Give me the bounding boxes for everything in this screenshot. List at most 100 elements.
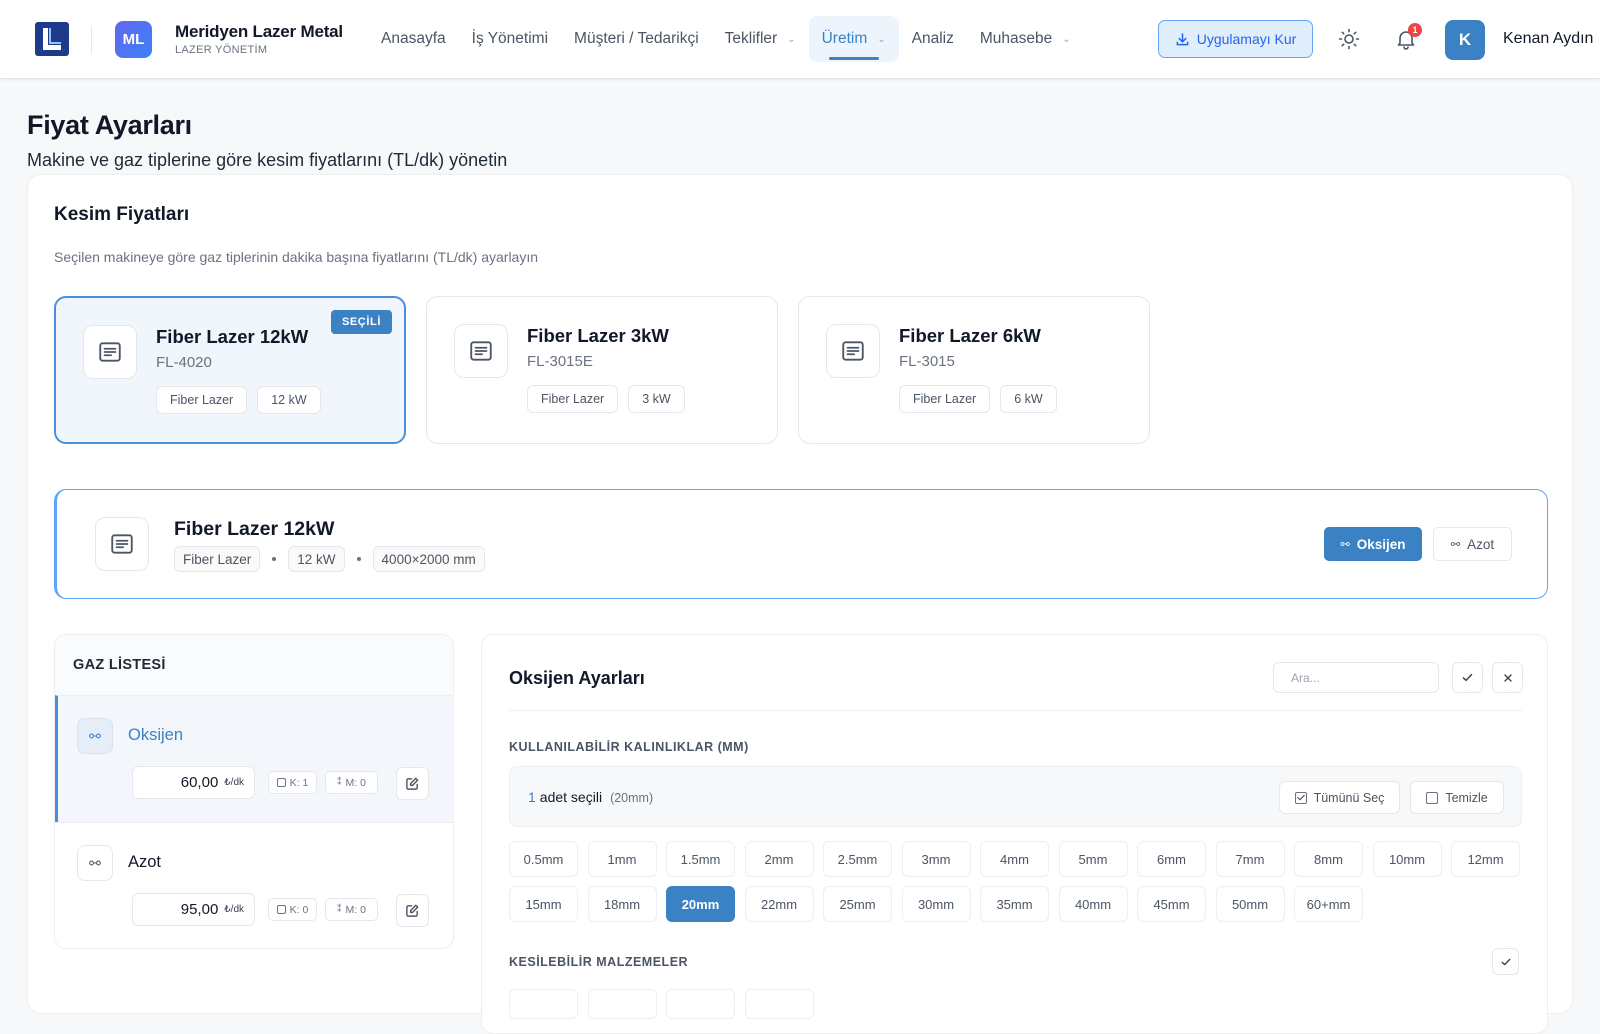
select-all-button[interactable]: Tümünü Seç [1279, 781, 1400, 814]
settings-title: Oksijen Ayarları [509, 668, 645, 688]
thickness-option[interactable]: 6mm [1137, 841, 1206, 877]
thickness-option[interactable]: 7mm [1215, 841, 1285, 877]
materials-select-button[interactable] [1492, 948, 1519, 975]
section-title: Kesim Fiyatları [54, 204, 190, 225]
material-count-tag: ⁑ M: 0 [325, 898, 378, 921]
selected-machine-name: Fiber Lazer 12kW [174, 518, 335, 540]
machine-power-tag: 12 kW [288, 546, 345, 572]
machine-name: Fiber Lazer 3kW [527, 325, 669, 346]
thickness-option[interactable]: 5mm [1058, 841, 1128, 877]
thickness-option[interactable]: 2mm [744, 841, 814, 877]
app-logo[interactable] [35, 22, 69, 56]
sun-icon[interactable] [1337, 27, 1361, 51]
gas-price-field[interactable]: 95,00 ₺/dk [132, 893, 255, 926]
thickness-option[interactable]: 1.5mm [666, 841, 735, 877]
top-navbar: ML Meridyen Lazer Metal LAZER YÖNETİM An… [0, 0, 1600, 79]
separator-dot [356, 557, 361, 561]
gas-price-field[interactable]: 60,00 ₺/dk [132, 766, 255, 799]
confirm-button[interactable] [1452, 662, 1483, 693]
nav-item-4[interactable]: Üretim ⌄ [808, 16, 899, 62]
gas-icon: ⚯ [1340, 538, 1350, 551]
thickness-option[interactable]: 45mm [1137, 886, 1206, 922]
nav-item-0[interactable]: Anasayfa [368, 16, 459, 62]
page-title: Fiyat Ayarları [27, 110, 192, 140]
select-all-label: Tümünü Seç [1313, 790, 1385, 805]
check-icon [1462, 673, 1473, 682]
thickness-option[interactable]: 15mm [509, 886, 578, 922]
thickness-option[interactable]: 60+mm [1294, 886, 1363, 922]
avatar[interactable]: K [1445, 20, 1485, 60]
document-icon [826, 324, 880, 378]
machine-code: FL-3015 [899, 353, 955, 370]
selection-summary-bar: 1 adet seçili (20mm) Tümünü Seç Temizle [509, 766, 1522, 827]
nav-item-6[interactable]: Muhasebe ⌄ [967, 16, 1084, 62]
material-option[interactable] [744, 989, 814, 1019]
material-options [509, 989, 814, 1019]
machine-card[interactable]: Fiber Lazer 12kW FL-4020 Fiber Lazer 12 kW S… [54, 296, 406, 444]
thickness-options: 0.5mm 1mm 1.5mm 2mm 2.5mm 3mm 4mm 5mm 6mm 7mm 8mm 1… [509, 841, 1522, 922]
materials-label: KESİLEBİLİR MALZEMELER [509, 955, 689, 969]
machine-card[interactable]: Fiber Lazer 6kW FL-3015 Fiber Lazer 6 kW [798, 296, 1150, 444]
chevron-down-icon: ⌄ [877, 33, 886, 45]
gas-button-azot[interactable]: ⚯ Azot [1433, 527, 1512, 561]
machine-card[interactable]: Fiber Lazer 3kW FL-3015E Fiber Lazer 3 kW [426, 296, 778, 444]
thickness-option[interactable]: 35mm [980, 886, 1049, 922]
document-icon [83, 325, 137, 379]
gas-name: Oksijen [128, 726, 184, 744]
nav-item-label: Teklifler [724, 30, 778, 47]
thickness-option[interactable]: 30mm [901, 886, 971, 922]
material-icon: ⁑ [337, 777, 342, 787]
edit-button[interactable] [396, 894, 429, 927]
thickness-option[interactable]: 1mm [587, 841, 657, 877]
thickness-option[interactable]: 0.5mm [509, 841, 578, 877]
thickness-option[interactable]: 3mm [901, 841, 971, 877]
nav-item-3[interactable]: Teklifler ⌄ [712, 16, 809, 62]
nav-item-label: Analiz [911, 30, 954, 47]
nav-item-2[interactable]: Müşteri / Tedarikçi [561, 16, 712, 62]
gas-list-item[interactable]: ⚯ Azot 95,00 ₺/dk K: 0 ⁑ M: 0 [55, 822, 453, 948]
edit-button[interactable] [396, 767, 429, 800]
thickness-option[interactable]: 20mm [666, 886, 735, 922]
selected-badge: SEÇİLİ [330, 310, 392, 334]
selected-thickness-hint: (20mm) [610, 791, 654, 805]
material-count-text: M: 0 [345, 776, 366, 789]
download-icon [1176, 32, 1189, 45]
clear-label: Temizle [1445, 790, 1488, 805]
thickness-option[interactable]: 4mm [980, 841, 1049, 877]
thickness-option[interactable]: 2.5mm [823, 841, 892, 877]
gas-price-value: 60,00 [180, 774, 219, 791]
gas-button-oksijen[interactable]: ⚯ Oksijen [1324, 527, 1422, 561]
thickness-option[interactable]: 50mm [1215, 886, 1285, 922]
thickness-option[interactable]: 40mm [1058, 886, 1128, 922]
install-app-button[interactable]: Uygulamayı Kur [1158, 20, 1313, 58]
thickness-option[interactable]: 18mm [587, 886, 657, 922]
install-app-label: Uygulamayı Kur [1196, 31, 1297, 47]
section-description: Seçilen makineye göre gaz tiplerinin dak… [54, 249, 539, 265]
material-option[interactable] [587, 989, 657, 1019]
thickness-option[interactable]: 22mm [744, 886, 814, 922]
nav-item-5[interactable]: Analiz [899, 16, 967, 62]
gas-price-unit: ₺/dk [224, 777, 244, 788]
material-option[interactable] [666, 989, 735, 1019]
machine-type-tag: Fiber Lazer [527, 385, 619, 413]
separator-dot [272, 557, 277, 561]
clear-button[interactable]: Temizle [1410, 781, 1504, 814]
thickness-option[interactable]: 25mm [823, 886, 892, 922]
thickness-option[interactable]: 8mm [1294, 841, 1363, 877]
thickness-option[interactable]: 12mm [1451, 841, 1520, 877]
user-name[interactable]: Kenan Aydın [1503, 30, 1593, 48]
nav-item-1[interactable]: İş Yönetimi [459, 16, 561, 62]
machine-code: FL-4020 [156, 354, 212, 371]
material-option[interactable] [509, 989, 578, 1019]
document-icon [95, 517, 149, 571]
thickness-option[interactable]: 10mm [1372, 841, 1442, 877]
divider [91, 26, 92, 54]
chevron-down-icon: ⌄ [787, 33, 796, 45]
gas-list-item[interactable]: ⚯ Oksijen 60,00 ₺/dk K: 1 ⁑ M: 0 [55, 695, 453, 822]
search-input[interactable] [1273, 662, 1439, 693]
cancel-button[interactable] [1492, 662, 1523, 693]
machine-tags: Fiber Lazer 12 kW [156, 386, 321, 414]
company-subtitle: LAZER YÖNETİM [175, 44, 268, 56]
selected-count-number: 1 [528, 789, 536, 805]
nav-item-label: Üretim [821, 30, 868, 47]
